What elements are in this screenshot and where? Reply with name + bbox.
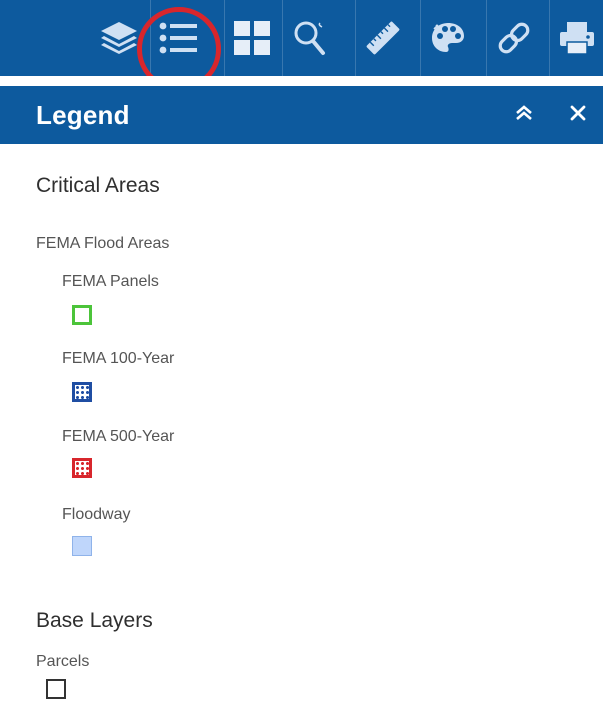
measure-ruler-icon [363,19,403,57]
print-button[interactable] [549,0,603,76]
basemap-button[interactable] [224,0,279,76]
panel-title: Legend [36,100,130,130]
legend-content: Critical Areas FEMA Flood Areas FEMA Pan… [0,144,603,704]
basemap-grid-icon [233,20,271,56]
measure-button[interactable] [355,0,410,76]
legend-group-title: Critical Areas [36,174,160,197]
legend-swatch-fema-100-year [72,382,92,402]
collapse-panel-button[interactable] [508,98,540,132]
legend-swatch-fema-panels [72,305,92,325]
link-icon [495,19,533,57]
legend-swatch-fema-500-year [72,458,92,478]
close-panel-button[interactable] [562,98,594,132]
legend-swatch-floodway [72,536,92,556]
legend-item-label: Floodway [62,506,131,523]
toolbar-gap [0,76,603,86]
palette-icon [428,19,468,57]
legend-swatch-parcels [46,679,66,699]
legend-layer-title: FEMA Flood Areas [36,235,170,252]
double-chevron-up-icon [514,103,534,128]
map-toolbar [0,0,603,76]
legend-panel-header: Legend [0,86,603,144]
legend-group-title: Base Layers [36,609,153,632]
legend-item-label: FEMA 500-Year [62,428,175,445]
legend-layer-title: Parcels [36,653,90,670]
print-icon [557,19,597,57]
share-link-button[interactable] [486,0,541,76]
draw-palette-button[interactable] [420,0,475,76]
search-icon [292,19,328,57]
layers-icon [99,19,139,57]
search-button[interactable] [282,0,337,76]
legend-item-label: FEMA 100-Year [62,350,175,367]
close-icon [569,104,587,127]
legend-item-label: FEMA Panels [62,273,159,290]
